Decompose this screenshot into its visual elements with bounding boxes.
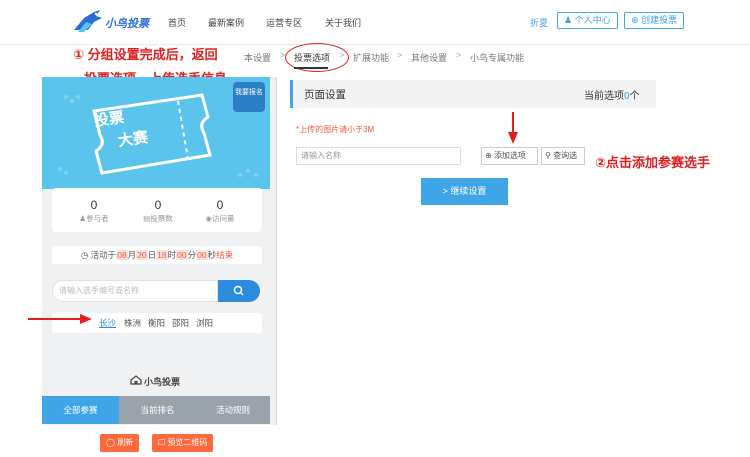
stat-visits-value: 0 [216,198,224,212]
user-icon: ♟ [564,15,573,25]
user-center-label: 个人中心 [574,15,611,25]
plus-circle-icon: ⊕ [485,151,492,160]
name-input[interactable]: 请输入名称 [296,147,461,165]
city-tab-changsha[interactable]: 长沙 [99,317,116,329]
search-button[interactable] [218,280,260,302]
crumb-exclusive[interactable]: 小鸟专属功能 [470,51,524,64]
crumb-other-settings[interactable]: 其他设置 [411,51,447,64]
page-root: 小鸟投票 首页 最新案例 运营专区 关于我们 折夏 ♟ 个人中心 ⊕ 创建投票 … [0,0,750,457]
preview-qr-button[interactable]: ☐ 预览二维码 [152,434,214,452]
bird-logo-icon[interactable] [72,8,104,34]
city-tab-liuyang[interactable]: 浏阳 [196,317,213,329]
nav-cases[interactable]: 最新案例 [208,16,244,29]
annotation-arrow-right-icon [28,314,92,324]
user-center-button[interactable]: ♟ 个人中心 [557,12,618,29]
stat-participants-label: ♟参与者 [79,214,109,223]
create-vote-button[interactable]: ⊕ 创建投票 [624,12,685,29]
stat-visits-label: ◉访问量 [205,214,235,223]
annotation-step2: ②点击添加参赛选手 [595,155,711,170]
chevron-right-icon: > [397,50,403,60]
clock-icon: ◷ [80,250,89,260]
crumb-extensions[interactable]: 扩展功能 [353,51,389,64]
upload-hint: *上传的图片请小于3M [296,125,375,134]
logo-text[interactable]: 小鸟投票 [105,15,149,31]
player-search-input[interactable]: 请输入选手编号或名称 [52,280,218,302]
nav-operations[interactable]: 运营专区 [266,16,302,29]
refresh-label: 刷新 [117,438,134,447]
stat-votes-value: 0 [154,198,162,212]
city-tab-zhuzhou[interactable]: 株洲 [124,317,141,329]
countdown-text: ◷ 活动于08月20日18时00分00秒结束 [80,250,234,260]
annotation-arrow-down-icon [508,112,518,144]
continue-label: 继续设置 [450,186,487,196]
tab-ranking[interactable]: 当前排名 [119,396,196,424]
search-icon: ⚲ [545,151,551,160]
plus-circle-icon: ⊕ [631,15,639,25]
tab-all-entries[interactable]: 全部参赛 [42,396,119,424]
stat-votes-label: ▤投票数 [143,214,173,223]
create-vote-label: 创建投票 [641,15,678,25]
chevron-right-icon: > [442,186,448,196]
city-tab-hengyang[interactable]: 衡阳 [148,317,165,329]
signup-button[interactable]: 我要报名 [233,82,265,112]
query-label: 查询选 [553,151,578,160]
banner-title-1: 投票 [93,108,126,130]
refresh-button[interactable]: ◯ 刷新 [100,434,140,452]
nav-about[interactable]: 关于我们 [325,16,361,29]
option-count: 当前选项0个 [584,91,640,102]
panel-title: 页面设置 [304,89,346,101]
query-button[interactable]: ⚲ 查询选 [541,147,585,165]
annotation-step1-line1: ① 分组设置完成后，返回 [73,47,218,62]
add-option-button[interactable]: ⊕ 添加选项 [481,147,538,165]
crumb-basic-settings[interactable]: 本设置 [244,51,271,64]
refresh-icon: ◯ [106,438,115,447]
add-option-label: 添加选项 [493,151,526,160]
user-name[interactable]: 折夏 [530,16,548,29]
chevron-right-icon: > [456,50,462,60]
preview-qr-label: 预览二维码 [167,438,208,447]
search-icon [233,285,244,296]
stat-participants-value: 0 [90,198,98,212]
brand-footer: 小鸟投票 [144,377,181,387]
banner-title-2: 大赛 [117,128,150,150]
house-icon [130,375,142,385]
square-icon: ☐ [158,438,166,447]
city-tab-shaoyang[interactable]: 邵阳 [172,317,189,329]
continue-button[interactable]: > 继续设置 [421,178,508,205]
active-crumb-underline [294,67,328,69]
nav-home[interactable]: 首页 [168,16,186,29]
tab-rules[interactable]: 活动规则 [196,396,270,424]
